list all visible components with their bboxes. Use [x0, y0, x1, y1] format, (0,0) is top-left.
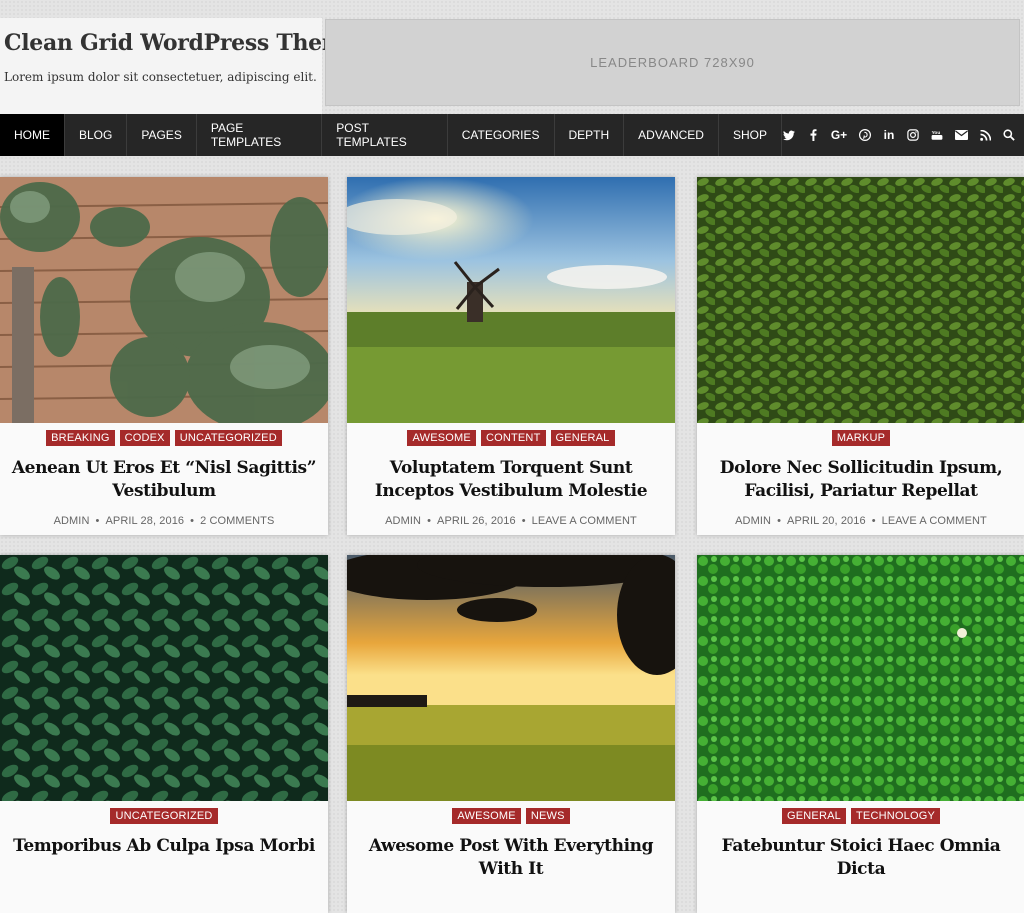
post-title[interactable]: Temporibus Ab Culpa Ipsa Morbi	[10, 835, 318, 858]
nav-item-home[interactable]: HOME	[0, 114, 65, 156]
social-icons: G+ in You	[782, 114, 1024, 156]
site-description: Lorem ipsum dolor sit consectetuer, adip…	[4, 70, 317, 84]
post-thumbnail[interactable]	[347, 177, 675, 423]
post-meta: ADMIN • APRIL 26, 2016 • LEAVE A COMMENT	[347, 515, 675, 527]
youtube-icon[interactable]: You	[930, 129, 944, 141]
nav-item-depth[interactable]: DEPTH	[555, 114, 625, 156]
nav-item-categories[interactable]: CATEGORIES	[448, 114, 555, 156]
category-badge[interactable]: GENERAL	[550, 430, 615, 446]
email-icon[interactable]	[954, 130, 968, 140]
category-badge[interactable]: BREAKING	[46, 430, 115, 446]
post-author[interactable]: ADMIN	[735, 515, 771, 527]
post-title[interactable]: Voluptatem Torquent Sunt Inceptos Vestib…	[357, 457, 665, 503]
meta-separator: •	[777, 515, 782, 527]
post-card[interactable]: AWESOME CONTENT GENERAL Voluptatem Torqu…	[347, 177, 675, 535]
nav-item-pages[interactable]: PAGES	[127, 114, 197, 156]
meta-separator: •	[95, 515, 100, 527]
meta-separator: •	[871, 515, 876, 527]
leaderboard-ad[interactable]: LEADERBOARD 728X90	[325, 19, 1020, 106]
post-comments[interactable]: LEAVE A COMMENT	[882, 515, 987, 527]
rss-icon[interactable]	[978, 129, 992, 141]
post-card[interactable]: UNCATEGORIZED Temporibus Ab Culpa Ipsa M…	[0, 555, 328, 913]
post-categories: GENERAL TECHNOLOGY	[697, 808, 1024, 824]
main-navigation: HOME BLOG PAGES PAGE TEMPLATES POST TEMP…	[0, 114, 1024, 156]
instagram-icon[interactable]	[906, 129, 920, 141]
post-title[interactable]: Dolore Nec Sollicitudin Ipsum, Facilisi,…	[707, 457, 1015, 503]
post-meta: ADMIN • APRIL 28, 2016 • 2 COMMENTS	[0, 515, 328, 527]
post-title[interactable]: Awesome Post With Everything With It	[357, 835, 665, 881]
post-categories: MARKUP	[697, 430, 1024, 446]
post-thumbnail[interactable]	[697, 555, 1024, 801]
pinterest-icon[interactable]	[858, 129, 872, 141]
twitter-icon[interactable]	[782, 130, 796, 141]
post-comments[interactable]: LEAVE A COMMENT	[532, 515, 637, 527]
site-branding: Clean Grid WordPress Theme Lorem ipsum d…	[0, 18, 359, 114]
post-card[interactable]: MARKUP Dolore Nec Sollicitudin Ipsum, Fa…	[697, 177, 1024, 535]
post-author[interactable]: ADMIN	[54, 515, 90, 527]
category-badge[interactable]: CODEX	[119, 430, 170, 446]
category-badge[interactable]: AWESOME	[407, 430, 476, 446]
post-categories: BREAKING CODEX UNCATEGORIZED	[0, 430, 328, 446]
search-icon[interactable]	[1002, 129, 1016, 141]
post-categories: AWESOME NEWS	[347, 808, 675, 824]
post-title[interactable]: Aenean Ut Eros Et “Nisl Sagittis” Vestib…	[10, 457, 318, 503]
site-title[interactable]: Clean Grid WordPress Theme	[4, 30, 359, 56]
post-thumbnail[interactable]	[0, 177, 328, 423]
category-badge[interactable]: MARKUP	[831, 430, 891, 446]
post-title[interactable]: Fatebuntur Stoici Haec Omnia Dicta	[707, 835, 1015, 881]
post-date[interactable]: APRIL 26, 2016	[437, 515, 516, 527]
category-badge[interactable]: UNCATEGORIZED	[110, 808, 218, 824]
nav-item-post-templates[interactable]: POST TEMPLATES	[322, 114, 448, 156]
post-author[interactable]: ADMIN	[385, 515, 421, 527]
svg-text:You: You	[932, 130, 941, 136]
post-categories: UNCATEGORIZED	[0, 808, 328, 824]
meta-separator: •	[190, 515, 195, 527]
nav-item-advanced[interactable]: ADVANCED	[624, 114, 719, 156]
nav-item-blog[interactable]: BLOG	[65, 114, 128, 156]
category-badge[interactable]: CONTENT	[480, 430, 546, 446]
facebook-icon[interactable]	[806, 129, 820, 141]
category-badge[interactable]: NEWS	[525, 808, 570, 824]
post-card[interactable]: GENERAL TECHNOLOGY Fatebuntur Stoici Hae…	[697, 555, 1024, 913]
post-thumbnail[interactable]	[347, 555, 675, 801]
site-header: Clean Grid WordPress Theme Lorem ipsum d…	[0, 10, 1024, 114]
linkedin-icon[interactable]: in	[882, 128, 896, 142]
category-badge[interactable]: TECHNOLOGY	[850, 808, 940, 824]
category-badge[interactable]: UNCATEGORIZED	[174, 430, 282, 446]
post-card[interactable]: BREAKING CODEX UNCATEGORIZED Aenean Ut E…	[0, 177, 328, 535]
category-badge[interactable]: AWESOME	[452, 808, 521, 824]
post-card[interactable]: AWESOME NEWS Awesome Post With Everythin…	[347, 555, 675, 913]
post-comments[interactable]: 2 COMMENTS	[200, 515, 274, 527]
google-plus-icon[interactable]: G+	[830, 128, 848, 142]
meta-separator: •	[521, 515, 526, 527]
post-categories: AWESOME CONTENT GENERAL	[347, 430, 675, 446]
post-date[interactable]: APRIL 28, 2016	[105, 515, 184, 527]
nav-item-shop[interactable]: SHOP	[719, 114, 782, 156]
post-thumbnail[interactable]	[697, 177, 1024, 423]
category-badge[interactable]: GENERAL	[782, 808, 846, 824]
post-date[interactable]: APRIL 20, 2016	[787, 515, 866, 527]
meta-separator: •	[427, 515, 432, 527]
post-thumbnail[interactable]	[0, 555, 328, 801]
post-meta: ADMIN • APRIL 20, 2016 • LEAVE A COMMENT	[697, 515, 1024, 527]
nav-item-page-templates[interactable]: PAGE TEMPLATES	[197, 114, 323, 156]
